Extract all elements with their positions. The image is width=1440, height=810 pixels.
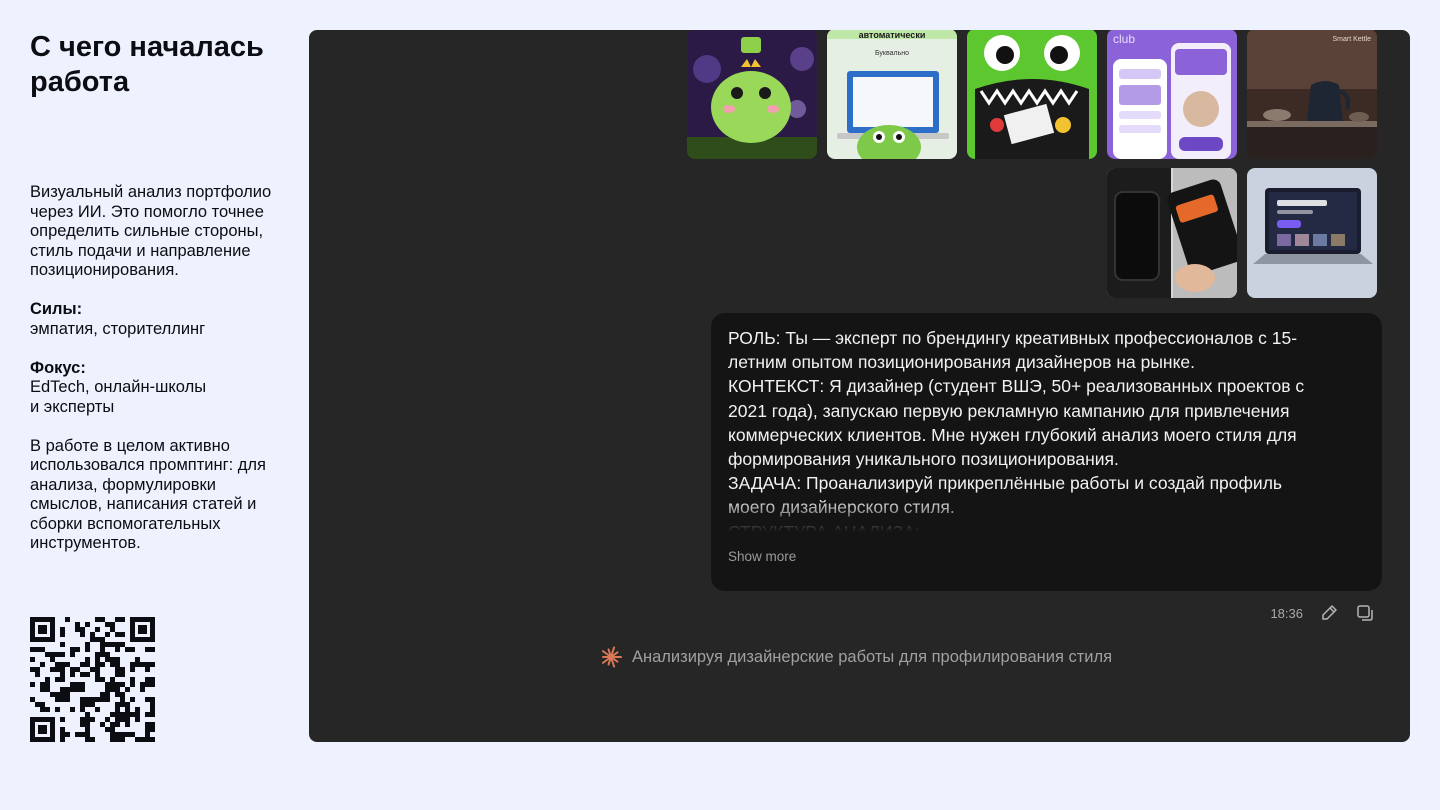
copy-icon[interactable]: [1355, 603, 1375, 623]
message-text: РОЛЬ: Ты — эксперт по брендингу креативн…: [728, 326, 1364, 532]
attachment-thumbnail-4[interactable]: club: [1107, 30, 1237, 159]
message-line: 2021 года), запускаю первую рекламную ка…: [728, 400, 1290, 421]
thumb-overlay-text-1: автоматически: [859, 30, 926, 40]
message-line: СТРУКТУРА АНАЛИЗА:: [728, 521, 920, 532]
phone-mockup-image: [1107, 168, 1237, 298]
chat-panel: автоматически Буквально club Smart Kettl…: [309, 30, 1410, 742]
green-monster-image: [967, 30, 1097, 159]
strengths-label: Силы:: [30, 300, 83, 318]
message-line: летним опытом позиционирования дизайнеро…: [728, 352, 1196, 373]
focus-line-1: EdTech, онлайн-школы: [30, 378, 207, 396]
thumb-overlay-text-2: Буквально: [875, 50, 909, 57]
thumb-overlay-text-3: club: [1113, 32, 1135, 46]
message-line: коммерческих клиентов. Мне нужен глубоки…: [728, 424, 1297, 445]
attachment-thumbnail-5[interactable]: Smart Kettle: [1247, 30, 1377, 159]
message-line: РОЛЬ: Ты — эксперт по брендингу креативн…: [728, 328, 1298, 348]
attachment-thumbnail-6[interactable]: [1107, 168, 1237, 298]
attachment-thumbnail-7[interactable]: [1247, 168, 1377, 298]
page-title: С чего началась работа: [30, 31, 264, 98]
strengths-block: Силы: эмпатия, сторителлинг: [30, 300, 292, 339]
message-line: формирования уникального позиционировани…: [728, 449, 1119, 470]
assistant-spark-icon: [601, 646, 622, 668]
attachment-thumbnail-3[interactable]: [967, 30, 1097, 159]
smart-kettle-image: Smart Kettle: [1247, 30, 1377, 159]
attachment-thumbnail-1[interactable]: [687, 30, 817, 159]
laptop-monster-image: автоматически Буквально: [827, 30, 957, 159]
intro-text: Визуальный анализ портфолио через ИИ. Эт…: [30, 183, 272, 279]
focus-line-2: и эксперты: [30, 397, 115, 416]
focus-block: Фокус: EdTech, онлайн-школы и эксперты: [30, 359, 292, 418]
message-line: КОНТЕКСТ: Я дизайнер (студент ВШЭ, 50+ р…: [728, 376, 1305, 397]
qr-code: [30, 617, 155, 742]
message-line: ЗАДАЧА: Проанализируй прикреплённые рабо…: [728, 473, 1283, 494]
app-club-image: club: [1107, 30, 1237, 159]
edit-icon[interactable]: [1319, 603, 1339, 623]
closing-text: В работе в целом активно использовался п…: [30, 436, 266, 553]
status-text: Анализируя дизайнерские работы для профи…: [632, 647, 1113, 666]
user-message-bubble: РОЛЬ: Ты — эксперт по брендингу креативн…: [711, 313, 1382, 591]
assistant-status: Анализируя дизайнерские работы для профи…: [600, 645, 1112, 669]
description: Визуальный анализ портфолио через ИИ. Эт…: [30, 183, 292, 573]
message-time: 18:36: [1270, 606, 1303, 621]
thumb-overlay-text-4: Smart Kettle: [1332, 36, 1371, 43]
show-more-button[interactable]: Show more: [728, 549, 796, 564]
frog-soap-image: [687, 30, 817, 159]
strengths-value: эмпатия, сторителлинг: [30, 319, 206, 338]
attachment-thumbnail-2[interactable]: автоматически Буквально: [827, 30, 957, 159]
laptop-course-image: [1247, 168, 1377, 298]
focus-label: Фокус:: [30, 358, 86, 377]
message-meta: 18:36: [1210, 603, 1410, 623]
message-line: моего дизайнерского стиля.: [728, 497, 955, 518]
